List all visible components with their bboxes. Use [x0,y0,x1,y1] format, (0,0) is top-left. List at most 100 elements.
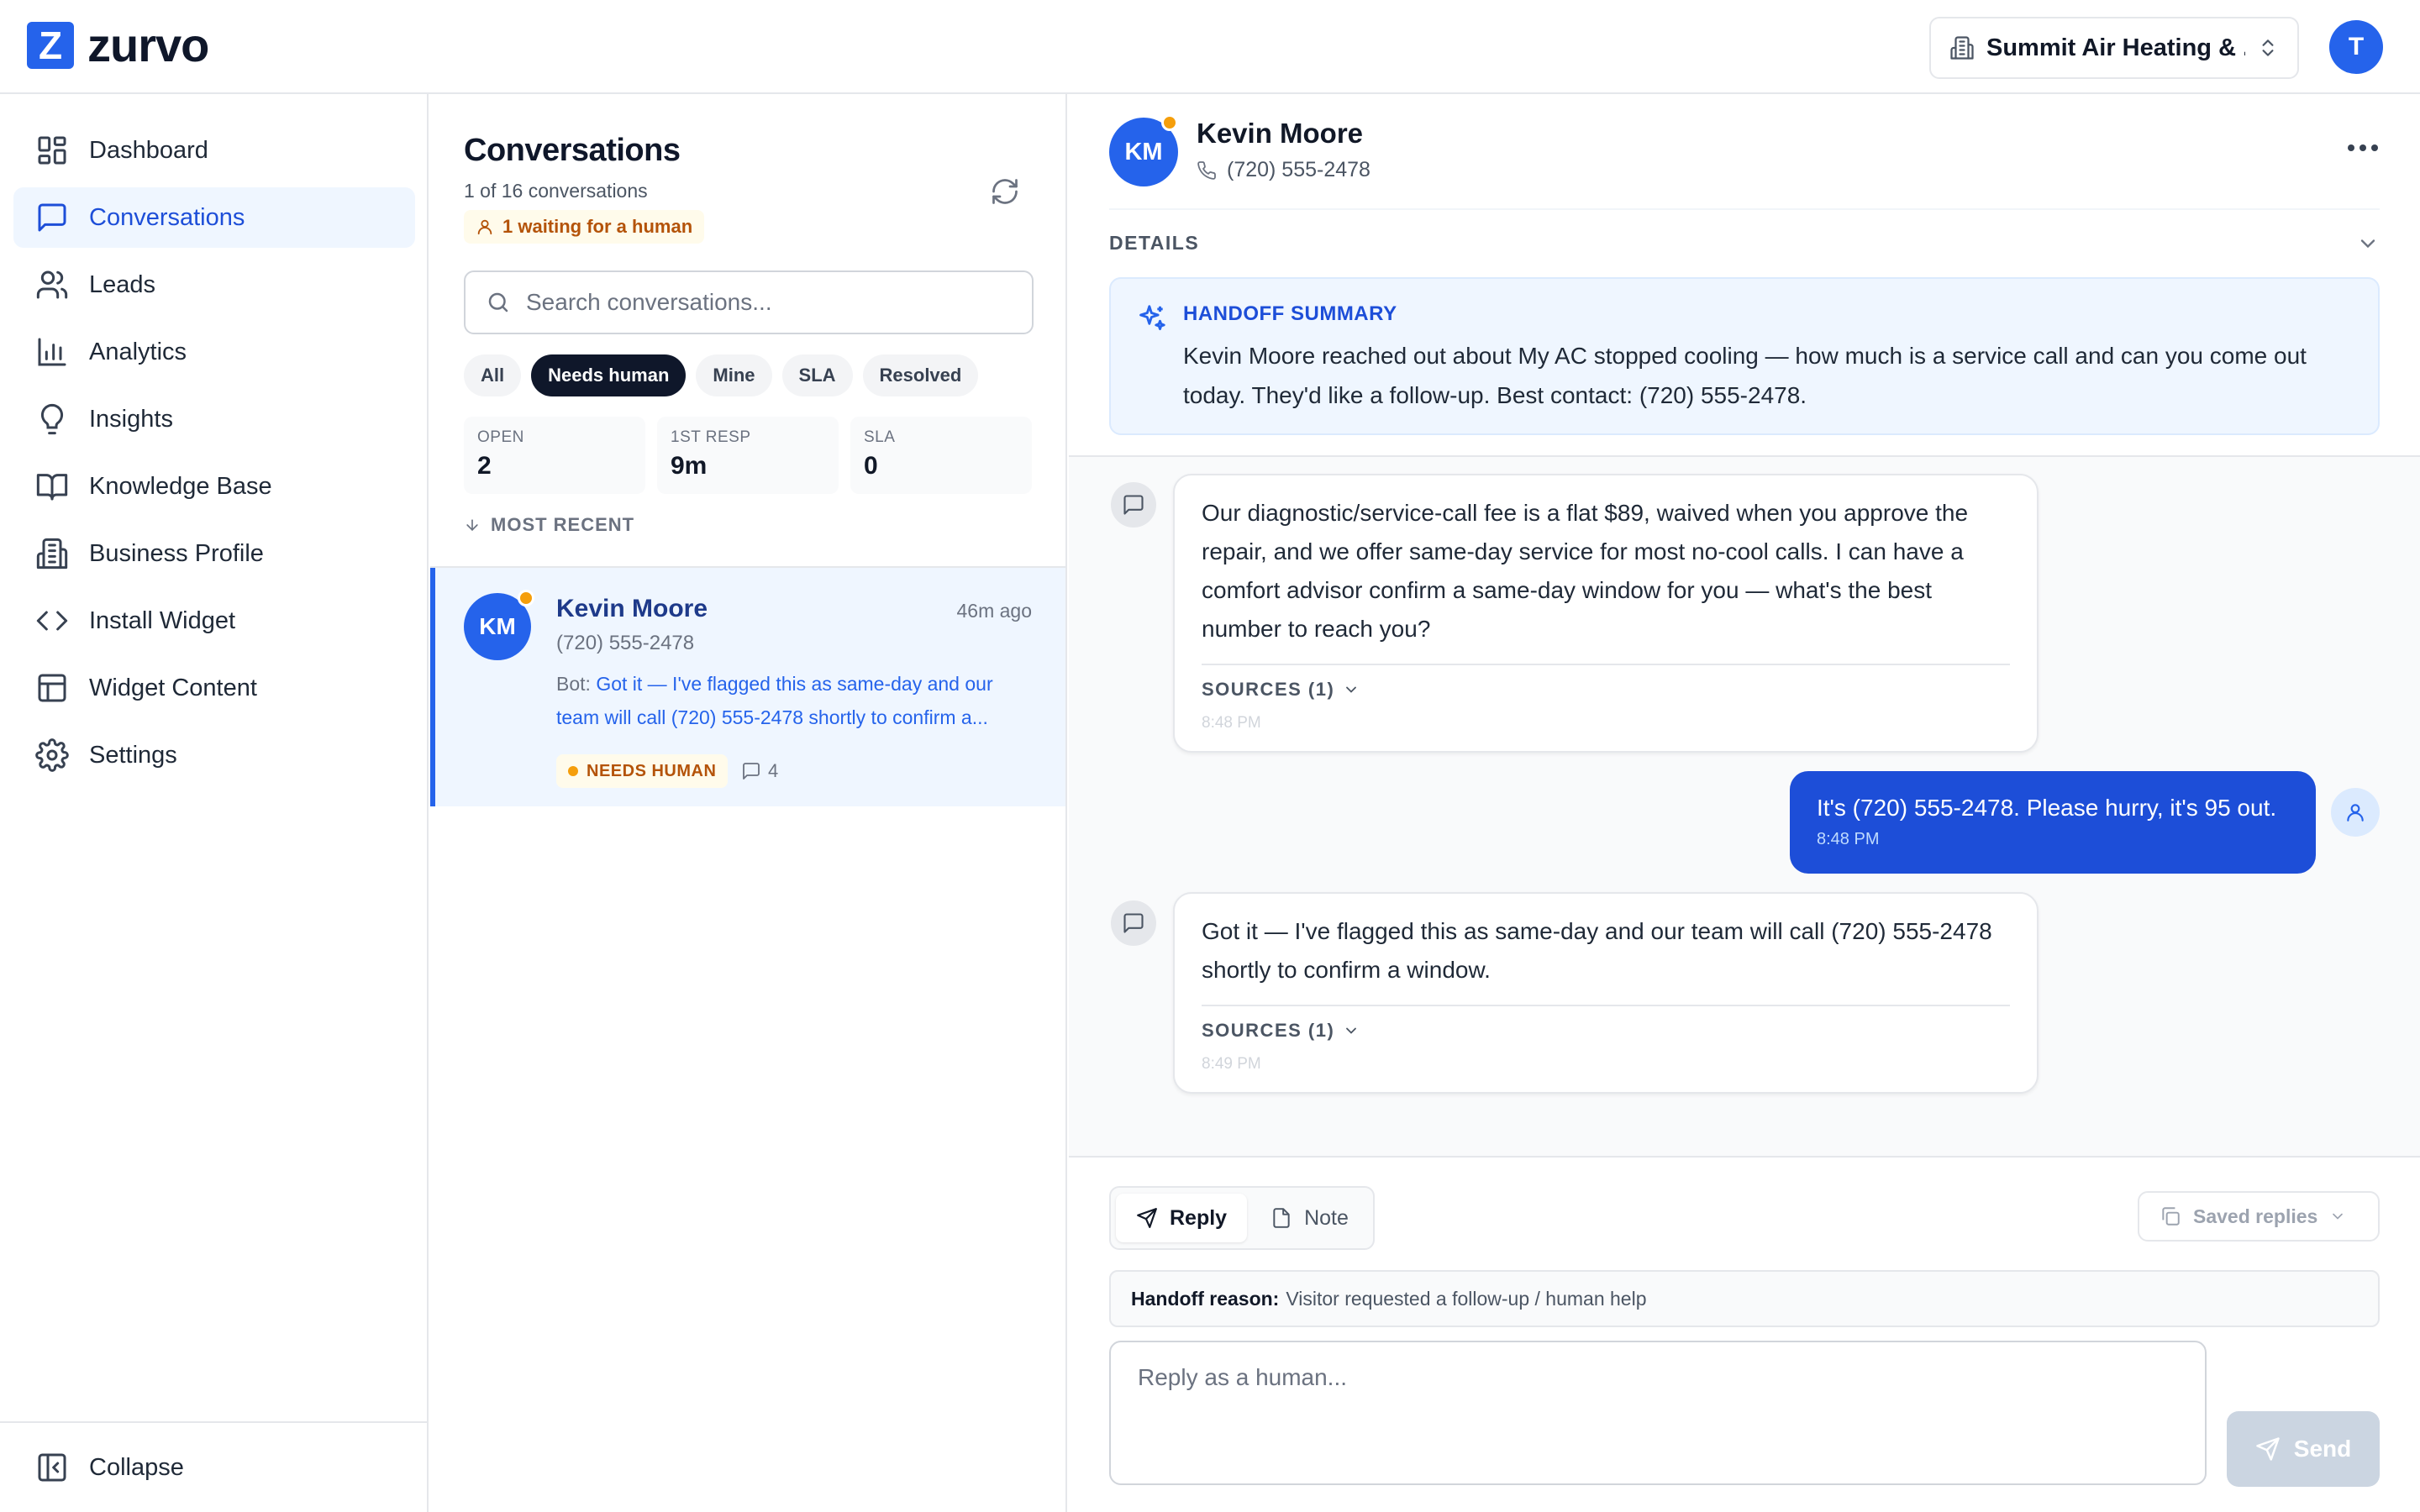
divider [1202,664,2010,665]
filter-needs-human[interactable]: Needs human [531,354,687,396]
logo-mark: Z [27,22,74,69]
stat-value: 2 [477,452,492,480]
sources-label: SOURCES (1) [1202,679,1335,700]
sidebar-item-label: Dashboard [89,136,208,164]
status-badge: NEEDS HUMAN [556,754,729,788]
avatar-initials: KM [1124,138,1163,165]
user-icon [477,219,492,235]
message-text: It's (720) 555-2478. Please hurry, it's … [1817,795,2277,821]
sources-toggle[interactable]: SOURCES (1) [1202,1020,2010,1042]
sidebar-item-widget-content[interactable]: Widget Content [13,658,415,718]
building-icon [36,538,68,570]
sidebar-item-insights[interactable]: Insights [13,389,415,449]
filter-chips: All Needs human Mine SLA Resolved [464,354,979,396]
sidebar-item-analytics[interactable]: Analytics [13,322,415,382]
filter-all[interactable]: All [464,354,522,396]
sidebar-item-settings[interactable]: Settings [13,725,415,785]
message-text: Got it — I've flagged this as same-day a… [1202,918,1992,983]
app-logo[interactable]: Z zurvo [27,18,209,71]
stat-label: 1ST RESP [671,428,751,446]
search-box[interactable] [464,270,1034,334]
user-icon [2347,804,2364,822]
filter-resolved[interactable]: Resolved [862,354,979,396]
message-time: 8:48 PM [1202,714,1261,732]
contact-phone-text: (720) 555-2478 [1227,158,1370,181]
details-toggle[interactable]: DETAILS [1109,232,1199,255]
logo-text: zurvo [87,18,209,71]
conversation-name: Kevin Moore [556,595,708,622]
stat-first-response: 1ST RESP 9m [657,417,839,494]
waiting-text: 1 waiting for a human [502,216,693,237]
send-button[interactable]: Send [2227,1411,2380,1487]
bar-chart-icon [38,338,66,366]
divider [1109,208,2380,210]
filter-sla[interactable]: SLA [781,354,853,396]
users-icon [36,270,68,299]
book-icon [36,474,68,501]
lightbulb-icon [40,403,64,435]
saved-replies-label: Saved replies [2193,1205,2318,1227]
tab-note-label: Note [1304,1205,1349,1230]
message-count: 4 [741,754,778,788]
status-dot [518,590,534,606]
conversation-count: 1 of 16 conversations [464,180,648,202]
preview-line2: team will call (720) 555-2478 shortly to… [556,706,988,728]
refresh-icon[interactable] [990,176,1020,207]
user-avatar[interactable]: T [2329,20,2383,74]
sidebar-collapse-icon [38,1453,66,1482]
top-bar: Z zurvo Summit Air Heating & ... T [0,0,2420,94]
sidebar-item-dashboard[interactable]: Dashboard [13,120,415,181]
sidebar-item-install-widget[interactable]: Install Widget [13,591,415,651]
sort-label: MOST RECENT [491,514,635,535]
search-icon [488,292,508,312]
sidebar-item-business-profile[interactable]: Business Profile [13,523,415,584]
search-input[interactable] [526,289,1013,316]
stats-row: OPEN 2 1ST RESP 9m SLA 0 [464,417,1032,494]
composer-mode-tabs: Reply Note [1109,1186,1375,1250]
sidebar-item-label: Widget Content [89,674,257,701]
code-icon [36,611,68,631]
stat-value: 0 [864,452,878,480]
message-thread[interactable]: Our diagnostic/service-call fee is a fla… [1069,455,2420,1158]
waiting-badge[interactable]: 1 waiting for a human [464,210,705,244]
reply-input[interactable] [1111,1342,2205,1483]
contact-name: Kevin Moore [1197,118,1364,149]
chevron-down-icon[interactable] [2356,232,2380,255]
sidebar-item-label: Knowledge Base [89,472,272,500]
business-selector[interactable]: Summit Air Heating & ... [1929,17,2299,79]
collapse-label: Collapse [89,1453,184,1481]
handoff-summary: HANDOFF SUMMARY Kevin Moore reached out … [1109,277,2380,435]
sources-label: SOURCES (1) [1202,1020,1335,1041]
reply-box[interactable] [1109,1341,2207,1485]
chevron-down-icon [1346,1027,1357,1034]
sidebar-item-label: Business Profile [89,539,264,567]
saved-replies-button[interactable]: Saved replies [2138,1191,2380,1242]
sidebar-item-leads[interactable]: Leads [13,255,415,315]
stat-value: 9m [671,452,708,480]
sidebar-item-label: Leads [89,270,156,298]
more-options-icon[interactable] [2348,144,2378,151]
chevrons-up-down-icon [2262,39,2274,56]
stat-open: OPEN 2 [464,417,645,494]
sidebar-item-label: Conversations [89,203,245,231]
sidebar-item-conversations[interactable]: Conversations [13,187,415,248]
conversation-item[interactable]: KM Kevin Moore 46m ago (720) 555-2478 Bo… [430,568,1065,806]
preview-prefix: Bot: [556,673,591,695]
badge-dot [568,766,578,776]
filter-mine[interactable]: Mine [696,354,772,396]
sources-toggle[interactable]: SOURCES (1) [1202,679,2010,701]
phone-icon [1197,160,1216,180]
tab-reply-label: Reply [1170,1205,1228,1230]
sort-toggle[interactable]: MOST RECENT [464,514,634,536]
tab-note[interactable]: Note [1250,1194,1369,1242]
contact-phone[interactable]: (720) 555-2478 [1197,158,1370,182]
stat-label: OPEN [477,428,524,446]
message-count-value: 4 [768,760,779,781]
sidebar-item-label: Analytics [89,338,187,365]
collapse-button[interactable]: Collapse [0,1421,427,1512]
sidebar: Dashboard Conversations Leads Analytics … [0,94,429,1512]
sidebar-item-knowledge-base[interactable]: Knowledge Base [13,456,415,517]
tab-reply[interactable]: Reply [1116,1194,1248,1242]
chat-icon [38,203,66,232]
chevron-down-icon [1346,686,1357,693]
